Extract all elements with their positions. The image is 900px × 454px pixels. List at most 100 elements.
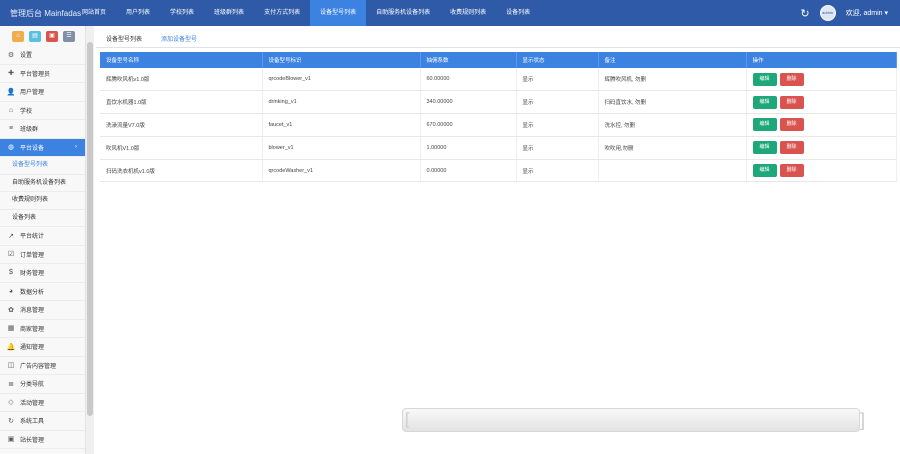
sidebar-item-menu_bottom-4[interactable]: ✿ 消息管理 <box>0 301 85 320</box>
cell-display-status: 显示 <box>516 68 599 92</box>
cell-model-ident: qrcodeBlower_v1 <box>262 68 421 92</box>
sidebar-item-label: 订单管理 <box>20 252 45 259</box>
class-icon: ≡ <box>8 125 14 133</box>
tab-kiosk-devices[interactable]: 自助服务机设备列表 <box>366 0 440 26</box>
delete-button[interactable]: 删除 <box>779 118 804 132</box>
sidebar-scrollbar-thumb[interactable] <box>87 42 93 416</box>
edit-button[interactable]: 编辑 <box>752 72 777 86</box>
chevron-right-icon: › <box>75 144 77 151</box>
globe-icon: ◍ <box>7 144 15 152</box>
table-header-row: 设备型号名称 设备型号标识 抽佣系数 显示状态 备注 操作 <box>100 52 897 68</box>
sidebar-item-menu_bottom-6[interactable]: 🔔 通知管理 <box>0 338 85 357</box>
refresh-icon[interactable]: ↻ <box>800 7 809 20</box>
sidebar-item-menu_top-5[interactable]: ◍ 平台设备 › <box>0 138 85 157</box>
cell-model-ident: faucet_v1 <box>262 113 421 137</box>
table-row: 洗澡流量V7.0版 faucet_v1 670.00000 显示 洗水控, 勿删 编辑 删除 <box>100 113 897 137</box>
delete-button[interactable]: 删除 <box>779 164 804 178</box>
table-row: 辉腾吹风机v1.0版 qrcodeBlower_v1 60.00000 显示 辉腾吹风机… <box>100 68 897 92</box>
brand-title[interactable]: 管理后台 Mainfadas <box>10 8 81 19</box>
cell-model-ident: blower_v1 <box>262 136 421 160</box>
sidebar-item-menu_bottom-10[interactable]: ↻ 系统工具 <box>0 412 85 431</box>
cell-display-status: 显示 <box>516 90 599 115</box>
sidebar-item-label: 活动管理 <box>20 400 45 407</box>
tab-class-groups[interactable]: 班级群列表 <box>204 0 254 26</box>
tab-device-model-list[interactable]: 设备型号列表 <box>106 34 142 43</box>
user-menu[interactable]: 欢迎, admin ▾ <box>846 8 888 18</box>
top-nav: 网站首页 用户列表 学校列表 班级群列表 支付方式列表 设备型号列表 自助服务机… <box>72 0 540 26</box>
delete-button[interactable]: 删除 <box>779 72 804 86</box>
dollar-icon: $ <box>9 269 13 277</box>
cell-commission: 60.00000 <box>420 68 517 92</box>
sync-icon: ↻ <box>8 417 14 425</box>
sidebar-item-label: 设置 <box>20 53 33 60</box>
sidebar-item-label: 分类导航 <box>20 382 45 389</box>
sidebar-item-menu_top-1[interactable]: ✚ 平台管理员 <box>0 65 85 83</box>
avatar[interactable]: admin <box>819 5 836 21</box>
tab-add-device-model[interactable]: 添加设备型号 <box>161 34 197 43</box>
sidebar-item-menu_top-2[interactable]: 👤 用户管理 <box>0 83 85 102</box>
sidebar-item-label: 系统工具 <box>20 419 45 426</box>
sidebar-item-menu_bottom-0[interactable]: ↗ 平台统计 <box>0 227 85 246</box>
edit-button[interactable]: 编辑 <box>752 118 777 132</box>
tab-device-models[interactable]: 设备型号列表 <box>310 0 367 26</box>
chart-icon: ↗ <box>8 232 14 240</box>
list-icon: ≣ <box>8 380 14 388</box>
sidebar-item-menu_top-0[interactable]: ⚙ 设置 <box>0 46 85 65</box>
content-tabs: 设备型号列表 添加设备型号 <box>96 26 900 48</box>
cell-model-name: 吹风机V1.0版 <box>100 136 263 160</box>
sidebar-item-menu_bottom-11[interactable]: ▣ 站长管理 <box>0 431 85 449</box>
sidebar-item-menu_top-4[interactable]: ≡ 班级群 <box>0 120 85 139</box>
trash-shortcut-icon[interactable]: ▣ <box>46 30 58 42</box>
sidebar-item-menu_bottom-7[interactable]: ◫ 广告内容管理 <box>0 357 85 375</box>
edit-button[interactable]: 编辑 <box>752 95 777 109</box>
user-icon: 👤 <box>6 88 16 96</box>
delete-button[interactable]: 删除 <box>779 95 804 109</box>
edit-button[interactable]: 编辑 <box>752 141 777 155</box>
log-icon: ▣ <box>7 436 15 444</box>
main-content: 设备型号列表 添加设备型号 设备型号名称 设备型号标识 抽佣系数 显示状态 备注… <box>96 26 900 454</box>
cell-commission: 0.00000 <box>420 159 517 183</box>
delete-button[interactable]: 删除 <box>779 141 804 155</box>
sidebar-item-label: 平台管理员 <box>20 71 51 78</box>
sidebar-item-menu_bottom-1[interactable]: ☑ 订单管理 <box>0 246 85 264</box>
sidebar-scrollbar[interactable] <box>86 26 94 454</box>
tab-schools[interactable]: 学校列表 <box>160 0 204 26</box>
sidebar-item-label: 通知管理 <box>20 345 45 352</box>
cell-note <box>598 159 747 183</box>
cell-commission: 670.00000 <box>420 113 517 137</box>
order-icon: ☑ <box>7 251 15 259</box>
tab-devices[interactable]: 设备列表 <box>496 0 540 26</box>
diamond-icon: ◇ <box>8 399 14 407</box>
sidebar: ⌂ ▤ ▣ ☰ ⚙ 设置 ✚ 平台管理员 👤 用户管理 ⌂ 学校 ≡ 班级群 ◍ 平台设备 › 设备型号… <box>0 26 86 454</box>
tab-home[interactable]: 网站首页 <box>72 0 116 26</box>
sidebar-subitem-2[interactable]: 收费规则列表 <box>0 192 85 210</box>
list-shortcut-icon[interactable]: ☰ <box>63 30 75 42</box>
sidebar-item-menu_bottom-3[interactable]: ◕ 数据分析 <box>0 283 85 301</box>
top-right: ↻ admin 欢迎, admin ▾ <box>800 0 888 26</box>
cell-model-ident: drinking_v1 <box>262 90 421 115</box>
sidebar-item-menu_bottom-9[interactable]: ◇ 活动管理 <box>0 394 85 412</box>
sidebar-item-label: 班级群 <box>20 127 39 134</box>
sidebar-subitem-0[interactable]: 设备型号列表 <box>0 157 85 175</box>
sidebar-item-label: 平台统计 <box>20 234 45 241</box>
cell-note: 吹吹用,勿删 <box>598 136 747 160</box>
doc-shortcut-icon[interactable]: ▤ <box>29 30 41 42</box>
sidebar-subitem-1[interactable]: 自助服务机设备列表 <box>0 175 85 192</box>
cell-note: 扫码直饮水, 勿删 <box>598 90 747 115</box>
sidebar-subitem-3[interactable]: 设备列表 <box>0 210 85 227</box>
sidebar-item-menu_bottom-8[interactable]: ≣ 分类导航 <box>0 375 85 394</box>
sidebar-item-menu_bottom-2[interactable]: $ 财务管理 <box>0 264 85 283</box>
tab-payment-methods[interactable]: 支付方式列表 <box>254 0 310 26</box>
sidebar-item-label: 站长管理 <box>20 437 45 444</box>
table-row: 直饮水机器1.0版 drinking_v1 340.00000 显示 扫码直饮水, 勿删… <box>100 90 897 115</box>
sidebar-item-menu_bottom-5[interactable]: ▦ 商家管理 <box>0 320 85 338</box>
sidebar-item-menu_bottom-12[interactable]: ⌕常见问题 <box>0 449 85 454</box>
edit-button[interactable]: 编辑 <box>752 164 777 178</box>
cell-actions: 编辑 删除 <box>746 159 897 183</box>
tab-fee-rules[interactable]: 收费规则列表 <box>440 0 496 26</box>
home-shortcut-icon[interactable]: ⌂ <box>12 30 24 42</box>
col-model-name: 设备型号名称 <box>100 52 263 68</box>
gear-icon: ⚙ <box>7 51 15 59</box>
sidebar-item-menu_top-3[interactable]: ⌂ 学校 <box>0 102 85 120</box>
tab-users[interactable]: 用户列表 <box>116 0 160 26</box>
